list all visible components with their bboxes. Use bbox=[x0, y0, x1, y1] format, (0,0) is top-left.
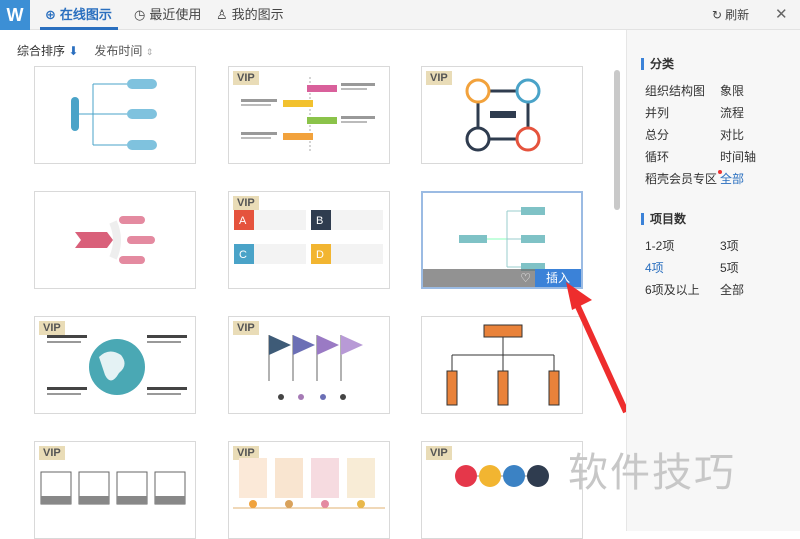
count-4[interactable]: 4项 bbox=[645, 259, 664, 276]
category-all[interactable]: 全部 bbox=[720, 170, 744, 187]
category-process[interactable]: 流程 bbox=[720, 104, 744, 121]
count-3[interactable]: 3项 bbox=[720, 237, 739, 254]
category-cycle[interactable]: 循环 bbox=[645, 148, 669, 165]
category-compare[interactable]: 对比 bbox=[720, 126, 744, 143]
category-parallel[interactable]: 并列 bbox=[645, 104, 669, 121]
category-quadrant[interactable]: 象限 bbox=[720, 82, 744, 99]
count-all[interactable]: 全部 bbox=[720, 281, 744, 298]
count-6-plus[interactable]: 6项及以上 bbox=[645, 281, 700, 298]
category-total-sub[interactable]: 总分 bbox=[645, 126, 669, 143]
count-1-2[interactable]: 1-2项 bbox=[645, 237, 674, 254]
count-section-title: 项目数 bbox=[641, 210, 686, 227]
watermark-text: 软件技巧 bbox=[568, 450, 736, 496]
count-5[interactable]: 5项 bbox=[720, 259, 739, 276]
category-member-zone[interactable]: 稻壳会员专区 bbox=[645, 170, 723, 187]
category-section-title: 分类 bbox=[641, 55, 674, 72]
category-org-chart[interactable]: 组织结构图 bbox=[645, 82, 705, 99]
category-timeline[interactable]: 时间轴 bbox=[720, 148, 756, 165]
